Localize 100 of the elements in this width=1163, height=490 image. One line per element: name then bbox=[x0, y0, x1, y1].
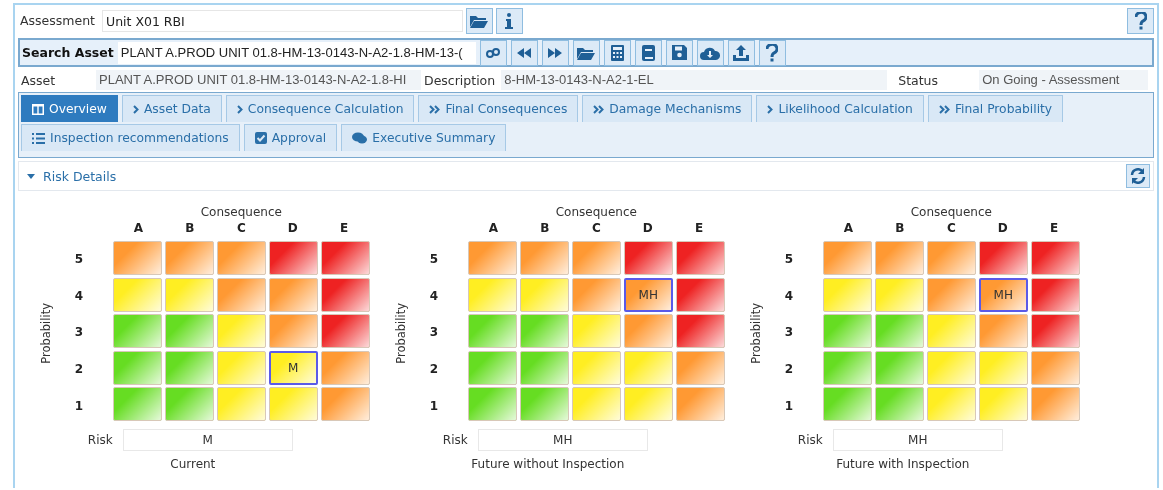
risk-cell[interactable] bbox=[164, 350, 214, 385]
risk-cell[interactable] bbox=[675, 277, 725, 312]
risk-cell[interactable] bbox=[467, 241, 517, 275]
toolbar-button[interactable] bbox=[541, 39, 569, 66]
open-button[interactable] bbox=[466, 7, 493, 34]
tab[interactable]: Final Probability bbox=[927, 95, 1064, 122]
risk-cell[interactable] bbox=[926, 314, 976, 349]
tab[interactable]: Damage Mechanisms bbox=[582, 95, 753, 122]
risk-cell[interactable] bbox=[112, 387, 162, 422]
risk-cell[interactable] bbox=[164, 277, 214, 312]
risk-cell[interactable] bbox=[164, 241, 214, 275]
risk-cell[interactable] bbox=[112, 241, 162, 275]
tab[interactable]: Likelihood Calculation bbox=[756, 95, 924, 122]
risk-cell[interactable] bbox=[623, 241, 673, 275]
assessment-field[interactable]: Unit X01 RBI bbox=[102, 9, 463, 32]
risk-cell[interactable] bbox=[874, 387, 924, 422]
risk-cell[interactable] bbox=[874, 241, 924, 275]
risk-cell[interactable] bbox=[268, 277, 318, 312]
risk-cell[interactable] bbox=[822, 314, 872, 349]
risk-cell[interactable] bbox=[675, 314, 725, 349]
help-button[interactable] bbox=[1127, 7, 1154, 34]
risk-cell[interactable] bbox=[1030, 314, 1080, 349]
risk-cell[interactable] bbox=[320, 314, 370, 349]
refresh-button[interactable] bbox=[1126, 164, 1150, 188]
risk-cell[interactable] bbox=[978, 350, 1028, 385]
risk-cell[interactable] bbox=[822, 277, 872, 312]
risk-cell[interactable] bbox=[675, 387, 725, 422]
tab[interactable]: Asset Data bbox=[121, 95, 222, 122]
risk-cell[interactable] bbox=[320, 241, 370, 275]
risk-cell[interactable] bbox=[874, 277, 924, 312]
risk-cell[interactable] bbox=[320, 277, 370, 312]
risk-cell[interactable] bbox=[268, 387, 318, 422]
section-toggle[interactable]: Risk Details bbox=[27, 168, 117, 184]
toolbar-button[interactable] bbox=[696, 39, 724, 66]
risk-cell[interactable] bbox=[926, 350, 976, 385]
risk-cell[interactable] bbox=[1030, 387, 1080, 422]
risk-cell[interactable] bbox=[1030, 277, 1080, 312]
risk-cell[interactable] bbox=[164, 387, 214, 422]
toolbar-button[interactable] bbox=[479, 39, 507, 66]
risk-cell[interactable] bbox=[268, 241, 318, 275]
risk-cell[interactable] bbox=[467, 387, 517, 422]
risk-cell[interactable] bbox=[571, 241, 621, 275]
risk-cell[interactable] bbox=[1030, 350, 1080, 385]
risk-cell[interactable] bbox=[926, 277, 976, 312]
risk-cell[interactable] bbox=[623, 350, 673, 385]
risk-cell[interactable] bbox=[978, 387, 1028, 422]
risk-cell[interactable] bbox=[216, 314, 266, 349]
risk-cell[interactable] bbox=[978, 241, 1028, 275]
tab[interactable]: Inspection recommendations bbox=[21, 124, 240, 151]
risk-cell[interactable] bbox=[467, 277, 517, 312]
risk-cell[interactable] bbox=[519, 241, 569, 275]
risk-cell[interactable] bbox=[112, 350, 162, 385]
risk-cell[interactable] bbox=[822, 387, 872, 422]
risk-cell[interactable] bbox=[216, 241, 266, 275]
risk-cell[interactable]: MH bbox=[623, 277, 673, 312]
risk-cell[interactable] bbox=[623, 387, 673, 422]
risk-cell[interactable] bbox=[320, 387, 370, 422]
tab[interactable]: Consequence Calculation bbox=[225, 95, 415, 122]
risk-cell[interactable]: M bbox=[268, 350, 318, 385]
risk-cell[interactable] bbox=[519, 350, 569, 385]
risk-cell[interactable] bbox=[571, 350, 621, 385]
risk-cell[interactable] bbox=[822, 350, 872, 385]
toolbar-button[interactable] bbox=[572, 39, 600, 66]
risk-cell[interactable] bbox=[926, 241, 976, 275]
toolbar-button[interactable] bbox=[510, 39, 538, 66]
risk-cell[interactable] bbox=[623, 314, 673, 349]
risk-cell[interactable] bbox=[822, 241, 872, 275]
risk-cell[interactable] bbox=[467, 350, 517, 385]
risk-cell[interactable] bbox=[467, 314, 517, 349]
toolbar-button[interactable] bbox=[603, 39, 631, 66]
toolbar-button[interactable] bbox=[634, 39, 662, 66]
risk-cell[interactable] bbox=[164, 314, 214, 349]
risk-cell[interactable] bbox=[519, 277, 569, 312]
risk-cell[interactable] bbox=[112, 277, 162, 312]
tab[interactable]: Approval bbox=[243, 124, 338, 151]
toolbar-button[interactable] bbox=[727, 39, 755, 66]
info-button[interactable] bbox=[496, 7, 523, 34]
tab[interactable]: Final Consequences bbox=[418, 95, 579, 122]
risk-cell[interactable] bbox=[874, 350, 924, 385]
tab[interactable]: Overview bbox=[21, 95, 118, 122]
risk-cell[interactable] bbox=[926, 387, 976, 422]
risk-cell[interactable] bbox=[216, 387, 266, 422]
risk-cell[interactable] bbox=[571, 314, 621, 349]
risk-cell[interactable] bbox=[978, 314, 1028, 349]
risk-cell[interactable] bbox=[874, 314, 924, 349]
risk-cell[interactable] bbox=[1030, 241, 1080, 275]
tab[interactable]: Executive Summary bbox=[341, 124, 507, 151]
risk-cell[interactable] bbox=[112, 314, 162, 349]
risk-cell[interactable]: MH bbox=[978, 277, 1028, 312]
toolbar-button[interactable] bbox=[665, 39, 693, 66]
risk-cell[interactable] bbox=[519, 314, 569, 349]
risk-cell[interactable] bbox=[216, 277, 266, 312]
risk-cell[interactable] bbox=[675, 241, 725, 275]
risk-cell[interactable] bbox=[320, 350, 370, 385]
toolbar-button[interactable] bbox=[758, 39, 786, 66]
risk-cell[interactable] bbox=[571, 277, 621, 312]
search-field[interactable]: PLANT A.PROD UNIT 01.8-HM-13-0143-N-A2-1.8-HM-13-( bbox=[117, 41, 476, 64]
risk-cell[interactable] bbox=[268, 314, 318, 349]
risk-cell[interactable] bbox=[675, 350, 725, 385]
risk-cell[interactable] bbox=[519, 387, 569, 422]
